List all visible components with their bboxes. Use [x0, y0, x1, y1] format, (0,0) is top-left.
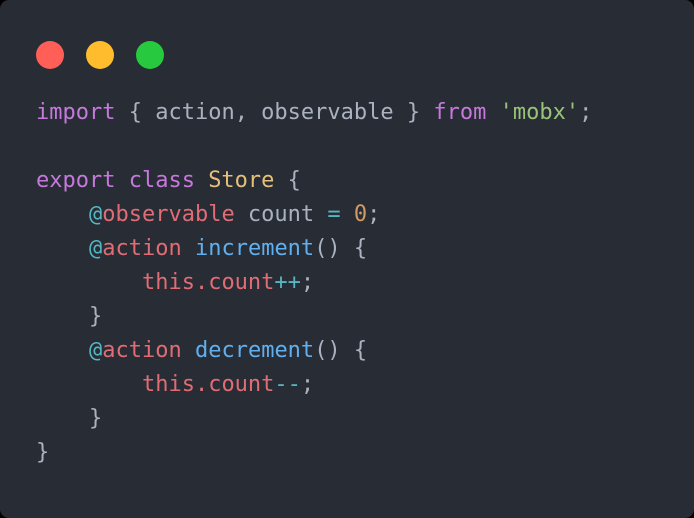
code-token-punct: () {: [314, 338, 368, 363]
code-line: @action decrement() {: [36, 334, 678, 368]
code-token-function: decrement: [194, 338, 315, 363]
close-button[interactable]: [36, 41, 64, 69]
code-token-punct: }: [36, 440, 50, 465]
code-token-operator: =: [327, 202, 341, 227]
code-token-decorator: action: [102, 236, 182, 261]
code-line: this.count--;: [36, 368, 678, 402]
code-token-class: Store: [208, 168, 275, 193]
code-token-number: 0: [353, 202, 368, 227]
code-token-operator: @: [88, 236, 103, 261]
code-token-decorator: action: [102, 338, 182, 363]
code-snippet-card: import { action, observable } from 'mobx…: [0, 0, 694, 518]
code-token-function: increment: [194, 236, 315, 261]
code-token-punct: ;: [367, 202, 381, 227]
zoom-button[interactable]: [136, 41, 164, 69]
code-token-operator: @: [88, 338, 103, 363]
code-token-punct: }: [88, 304, 103, 329]
code-token-punct: () {: [314, 236, 368, 261]
code-token-keyword: from: [433, 100, 487, 125]
code-token-string: 'mobx': [499, 100, 580, 125]
code-line: @observable count = 0;: [36, 198, 678, 232]
code-token-operator: --: [274, 372, 301, 397]
code-block[interactable]: import { action, observable } from 'mobx…: [36, 96, 678, 470]
code-token-keyword: export class: [36, 168, 209, 193]
code-line: import { action, observable } from 'mobx…: [36, 96, 678, 130]
code-token-operator: @: [88, 202, 103, 227]
window-controls: [36, 41, 164, 69]
code-token-punct: {: [274, 168, 301, 193]
code-token-keyword: import: [36, 100, 116, 125]
code-token-punct: ;: [300, 372, 315, 397]
code-line: }: [36, 436, 678, 470]
code-line: }: [36, 300, 678, 334]
code-token-operator: ++: [274, 270, 301, 295]
code-token-plain: { action, observable }: [115, 100, 434, 125]
code-token-punct: ;: [579, 100, 593, 125]
code-line: export class Store {: [36, 164, 678, 198]
code-token-punct: ;: [300, 270, 315, 295]
code-line: @action increment() {: [36, 232, 678, 266]
code-line: }: [36, 402, 678, 436]
code-token-decorator: observable: [102, 202, 235, 227]
code-token-property: this.count: [141, 372, 275, 397]
code-token-property: this.count: [141, 270, 275, 295]
code-token-plain: count: [234, 202, 328, 227]
minimize-button[interactable]: [86, 41, 114, 69]
code-line: this.count++;: [36, 266, 678, 300]
code-token-punct: }: [88, 406, 103, 431]
